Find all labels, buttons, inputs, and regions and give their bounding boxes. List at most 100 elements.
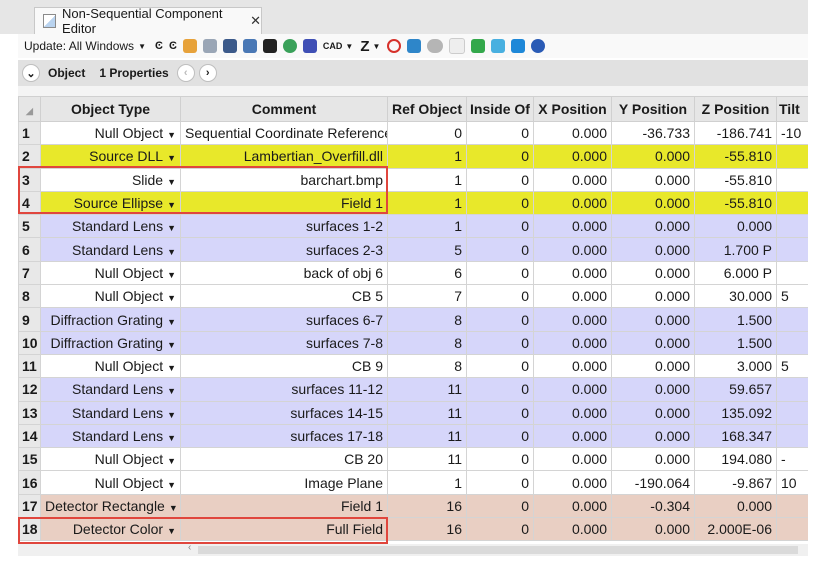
dropdown-arrow-icon[interactable]: ▼ [167,433,176,443]
row-number[interactable]: 14 [18,423,41,449]
object-type-cell[interactable]: Diffraction Grating ▼ [40,307,181,332]
horizontal-scrollbar[interactable]: ‹ [18,542,808,556]
z-position-cell[interactable]: 3.000 [694,353,777,379]
table-row[interactable]: 8 Null Object ▼ CB 5 7 0 0.000 0.000 30.000 5 [18,284,808,309]
update-dropdown[interactable]: Update: All Windows [24,39,134,53]
dots-icon[interactable] [282,39,297,53]
comment-cell[interactable]: CB 20 [180,447,388,472]
rotate-c-icon[interactable]: Ͼ [155,40,163,52]
row-number[interactable]: 15 [18,447,41,472]
arrow-right-icon[interactable] [511,39,526,53]
y-position-cell[interactable]: 0.000 [611,423,695,449]
table-row[interactable]: 10 Diffraction Grating ▼ surfaces 7-8 8 0 0.00… [18,330,808,355]
row-number[interactable]: 17 [18,493,41,519]
tilt-cell[interactable] [776,167,808,192]
table-row[interactable]: 11 Null Object ▼ CB 9 8 0 0.000 0.000 3.000 5 [18,353,808,379]
table-row[interactable]: 5 Standard Lens ▼ surfaces 1-2 1 0 0.000 0.000 0… [18,214,808,239]
row-number[interactable]: 4 [18,190,41,216]
chevron-down-icon[interactable]: ▼ [345,42,353,51]
help-icon[interactable] [531,39,546,53]
inside-of-cell[interactable]: 0 [466,214,534,239]
table-row[interactable]: 6 Standard Lens ▼ surfaces 2-3 5 0 0.000 0.000 1… [18,237,808,262]
row-number[interactable]: 16 [18,470,41,495]
comment-cell[interactable]: CB 9 [180,353,388,379]
x-position-cell[interactable]: 0.000 [533,284,612,309]
no-icon[interactable] [387,39,402,53]
comment-cell[interactable]: surfaces 11-12 [180,377,388,402]
ref-object-cell[interactable]: 0 [387,120,467,146]
swap-icon[interactable] [471,39,486,53]
col-header-ref-object[interactable]: Ref Object [387,96,467,122]
inside-of-cell[interactable]: 0 [466,330,534,355]
table-row[interactable]: 1 Null Object ▼ Sequential Coordinate Refer… [18,120,808,146]
ref-object-cell[interactable]: 8 [387,353,467,379]
tilt-cell[interactable]: 5 [776,353,808,379]
dropdown-arrow-icon[interactable]: ▼ [167,153,176,163]
row-number[interactable]: 10 [18,330,41,355]
comment-cell[interactable]: surfaces 7-8 [180,330,388,355]
z-position-cell[interactable]: 1.500 [694,330,777,355]
chevron-right-icon[interactable]: › [198,64,217,82]
row-number[interactable]: 5 [18,214,41,239]
x-position-cell[interactable]: 0.000 [533,260,612,286]
object-type-cell[interactable]: Detector Rectangle ▼ [40,493,181,519]
solid-icon[interactable] [222,39,237,53]
y-position-cell[interactable]: 0.000 [611,447,695,472]
tilt-cell[interactable] [776,237,808,262]
y-position-cell[interactable]: -190.064 [611,470,695,495]
table-row[interactable]: 9 Diffraction Grating ▼ surfaces 6-7 8 0 0.000… [18,307,808,332]
x-position-cell[interactable]: 0.000 [533,447,612,472]
tilt-cell[interactable] [776,307,808,332]
x-position-cell[interactable]: 0.000 [533,400,612,425]
inside-of-cell[interactable]: 0 [466,353,534,379]
scroll-left-icon[interactable]: ‹ [188,542,191,553]
tilt-cell[interactable] [776,400,808,425]
dropdown-arrow-icon[interactable]: ▼ [167,200,176,210]
dropdown-arrow-icon[interactable]: ▼ [169,503,178,513]
z-position-cell[interactable]: -55.810 [694,190,777,216]
ref-object-cell[interactable]: 11 [387,423,467,449]
x-position-cell[interactable]: 0.000 [533,307,612,332]
comment-cell[interactable]: surfaces 2-3 [180,237,388,262]
z-position-cell[interactable]: 30.000 [694,284,777,309]
z-position-cell[interactable]: -9.867 [694,470,777,495]
y-position-cell[interactable]: 0.000 [611,400,695,425]
z-position-cell[interactable]: 1.500 [694,307,777,332]
inside-of-cell[interactable]: 0 [466,190,534,216]
ref-object-cell[interactable]: 8 [387,307,467,332]
table-row[interactable]: 2 Source DLL ▼ Lambertian_Overfill.dll 1 0 0.0… [18,144,808,169]
row-number[interactable]: 3 [18,167,41,192]
chevron-down-icon[interactable]: ▼ [138,42,146,51]
comment-cell[interactable]: surfaces 17-18 [180,423,388,449]
z-position-cell[interactable]: -55.810 [694,144,777,169]
y-position-cell[interactable]: 0.000 [611,144,695,169]
tilt-cell[interactable] [776,493,808,519]
dropdown-arrow-icon[interactable]: ▼ [167,526,176,536]
y-position-cell[interactable]: 0.000 [611,353,695,379]
y-position-cell[interactable]: 0.000 [611,237,695,262]
y-position-cell[interactable]: 0.000 [611,167,695,192]
dropdown-arrow-icon[interactable]: ▼ [167,363,176,373]
col-header-z-position[interactable]: Z Position [694,96,777,122]
tilt-cell[interactable] [776,377,808,402]
table-row[interactable]: 17 Detector Rectangle ▼ Field 1 16 0 0.000 -0.3… [18,493,808,519]
x-position-cell[interactable]: 0.000 [533,517,612,542]
comment-cell[interactable]: barchart.bmp [180,167,388,192]
y-position-cell[interactable]: 0.000 [611,330,695,355]
x-position-cell[interactable]: 0.000 [533,423,612,449]
tilt-cell[interactable] [776,214,808,239]
object-type-cell[interactable]: Standard Lens ▼ [40,423,181,449]
x-position-cell[interactable]: 0.000 [533,493,612,519]
z-position-cell[interactable]: -55.810 [694,167,777,192]
comment-cell[interactable]: Full Field [180,517,388,542]
ref-object-cell[interactable]: 11 [387,400,467,425]
object-type-cell[interactable]: Null Object ▼ [40,260,181,286]
ref-object-cell[interactable]: 16 [387,517,467,542]
grid-icon[interactable] [262,39,277,53]
ref-object-cell[interactable]: 1 [387,470,467,495]
object-type-cell[interactable]: Null Object ▼ [40,284,181,309]
object-type-cell[interactable]: Standard Lens ▼ [40,377,181,402]
table-row[interactable]: 18 Detector Color ▼ Full Field 16 0 0.000 0.000… [18,517,808,542]
comment-cell[interactable]: surfaces 14-15 [180,400,388,425]
comment-cell[interactable]: Sequential Coordinate Reference [180,120,388,146]
